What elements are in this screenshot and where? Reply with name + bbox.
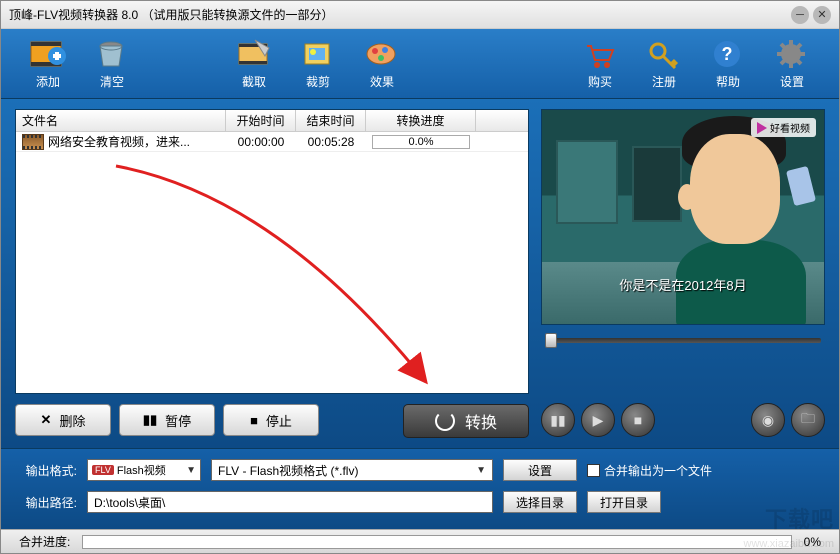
add-icon <box>29 38 67 70</box>
buy-label: 购买 <box>588 73 612 90</box>
statusbar: 合并进度: 0% <box>1 529 839 553</box>
output-panel: 输出格式: FLV Flash视频 ▼ FLV - Flash视频格式 (*.f… <box>1 448 839 529</box>
folder-button[interactable]: 🗀 <box>791 403 825 437</box>
action-row: ✕删除 ▮▮暂停 ■停止 转换 <box>15 404 529 438</box>
settings-label: 设置 <box>780 73 804 90</box>
choose-dir-button[interactable]: 选择目录 <box>503 491 577 513</box>
key-icon <box>645 38 683 70</box>
clear-button[interactable]: 清空 <box>89 38 135 90</box>
col-progress[interactable]: 转换进度 <box>366 110 476 131</box>
filmstrip-icon <box>22 134 44 150</box>
snapshot-button[interactable]: 截取 <box>231 38 277 90</box>
format-label: 输出格式: <box>19 462 77 479</box>
close-button[interactable]: ✕ <box>813 6 831 24</box>
list-body[interactable]: 网络安全教育视频，进来... 00:00:00 00:05:28 0.0% <box>16 132 528 393</box>
stop-icon: ■ <box>250 413 258 428</box>
list-header: 文件名 开始时间 结束时间 转换进度 <box>16 110 528 132</box>
player-play-button[interactable]: ▶ <box>581 403 615 437</box>
titlebar: 顶峰-FLV视频转换器 8.0 （试用版只能转换源文件的一部分） ─ ✕ <box>1 1 839 29</box>
main-area: 文件名 开始时间 结束时间 转换进度 网络安全教育视频，进来... 00:00:… <box>1 99 839 448</box>
row-filename: 网络安全教育视频，进来... <box>48 133 190 150</box>
format-detail-select[interactable]: FLV - Flash视频格式 (*.flv) ▼ <box>211 459 493 481</box>
window-title: 顶峰-FLV视频转换器 8.0 （试用版只能转换源文件的一部分） <box>9 6 791 23</box>
col-end[interactable]: 结束时间 <box>296 110 366 131</box>
chevron-down-icon: ▼ <box>186 465 196 476</box>
merge-checkbox-wrap[interactable]: 合并输出为一个文件 <box>587 462 712 479</box>
delete-button[interactable]: ✕删除 <box>15 404 111 436</box>
merge-checkbox[interactable] <box>587 464 600 477</box>
open-dir-button[interactable]: 打开目录 <box>587 491 661 513</box>
file-list: 文件名 开始时间 结束时间 转换进度 网络安全教育视频，进来... 00:00:… <box>15 109 529 394</box>
format-category-select[interactable]: FLV Flash视频 ▼ <box>87 459 201 481</box>
effect-icon <box>363 38 401 70</box>
help-icon: ? <box>709 38 747 70</box>
help-button[interactable]: ? 帮助 <box>705 38 751 90</box>
right-panel: 好看视频 你是不是在2012年8月 ▮▮ ▶ ■ ◉ 🗀 <box>541 109 825 438</box>
col-start[interactable]: 开始时间 <box>226 110 296 131</box>
snapshot-label: 截取 <box>242 73 266 90</box>
crop-label: 裁剪 <box>306 73 330 90</box>
left-panel: 文件名 开始时间 结束时间 转换进度 网络安全教育视频，进来... 00:00:… <box>15 109 529 438</box>
add-label: 添加 <box>36 73 60 90</box>
merge-progress-percent: 0% <box>804 535 821 549</box>
player-stop-button[interactable]: ■ <box>621 403 655 437</box>
row-progress: 0.0% <box>372 135 470 149</box>
chevron-down-icon: ▼ <box>476 465 486 476</box>
toolbar: 添加 清空 截取 裁剪 效果 <box>1 29 839 99</box>
refresh-icon <box>435 411 455 431</box>
register-button[interactable]: 注册 <box>641 38 687 90</box>
player-pause-button[interactable]: ▮▮ <box>541 403 575 437</box>
buy-button[interactable]: 购买 <box>577 38 623 90</box>
minimize-button[interactable]: ─ <box>791 6 809 24</box>
merge-progress-label: 合并进度: <box>19 533 70 550</box>
clear-label: 清空 <box>100 73 124 90</box>
register-label: 注册 <box>652 73 676 90</box>
merge-progress-bar <box>82 535 791 549</box>
seek-slider[interactable] <box>541 331 825 349</box>
output-path-input[interactable]: D:\tools\桌面\ <box>87 491 493 513</box>
svg-text:?: ? <box>722 44 733 64</box>
path-label: 输出路径: <box>19 494 77 511</box>
cart-icon <box>581 38 619 70</box>
player-controls: ▮▮ ▶ ■ ◉ 🗀 <box>541 403 825 437</box>
effect-label: 效果 <box>370 73 394 90</box>
row-end: 00:05:28 <box>296 135 366 149</box>
help-label: 帮助 <box>716 73 740 90</box>
flv-icon: FLV <box>92 465 114 475</box>
slider-thumb[interactable] <box>545 333 557 348</box>
pause-icon: ▮▮ <box>143 412 157 428</box>
pause-button[interactable]: ▮▮暂停 <box>119 404 215 436</box>
video-subtitle: 你是不是在2012年8月 <box>542 275 824 294</box>
crop-button[interactable]: 裁剪 <box>295 38 341 90</box>
camera-button[interactable]: ◉ <box>751 403 785 437</box>
snapshot-icon <box>235 38 273 70</box>
app-window: 顶峰-FLV视频转换器 8.0 （试用版只能转换源文件的一部分） ─ ✕ 添加 … <box>0 0 840 554</box>
video-preview[interactable]: 好看视频 你是不是在2012年8月 <box>541 109 825 325</box>
format-settings-button[interactable]: 设置 <box>503 459 577 481</box>
video-watermark: 好看视频 <box>751 118 816 137</box>
gear-icon <box>773 38 811 70</box>
effect-button[interactable]: 效果 <box>359 38 405 90</box>
trash-icon <box>93 38 131 70</box>
crop-icon <box>299 38 337 70</box>
settings-button[interactable]: 设置 <box>769 38 815 90</box>
row-start: 00:00:00 <box>226 135 296 149</box>
annotation-arrow <box>96 156 456 393</box>
convert-button[interactable]: 转换 <box>403 404 529 438</box>
stop-button[interactable]: ■停止 <box>223 404 319 436</box>
add-button[interactable]: 添加 <box>25 38 71 90</box>
x-icon: ✕ <box>41 412 52 428</box>
table-row[interactable]: 网络安全教育视频，进来... 00:00:00 00:05:28 0.0% <box>16 132 528 152</box>
col-filename[interactable]: 文件名 <box>16 110 226 131</box>
